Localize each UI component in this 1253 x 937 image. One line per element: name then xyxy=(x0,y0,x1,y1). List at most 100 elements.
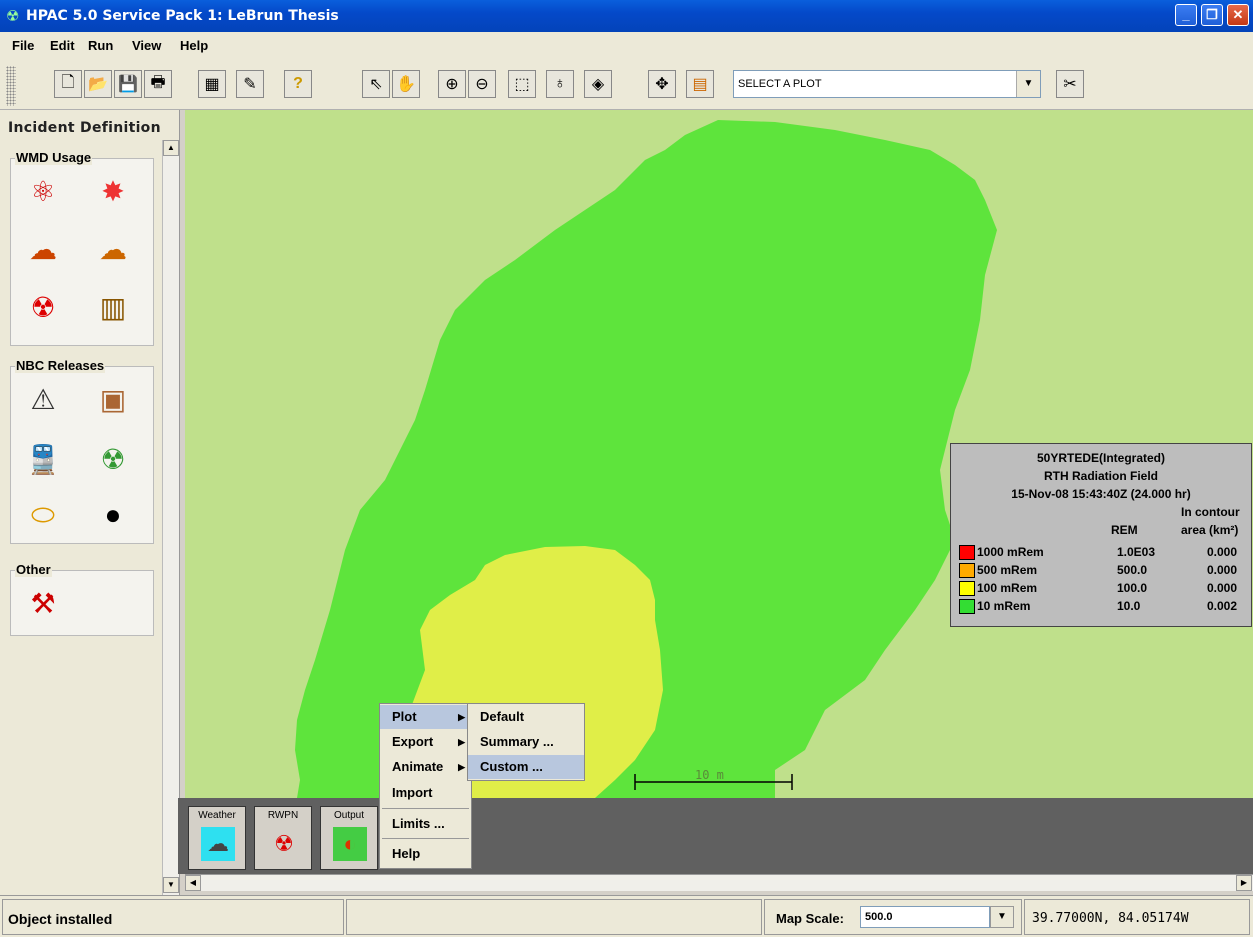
probe-icon[interactable]: ♁ xyxy=(546,70,574,98)
status-bar: Object installed Map Scale: 500.0 ▼ 39.7… xyxy=(0,895,1253,937)
legend-row-label: 100 mRem xyxy=(977,581,1038,595)
legend-swatch xyxy=(959,581,975,596)
contour-legend: 50YRTEDE(Integrated) RTH Radiation Field… xyxy=(950,443,1252,627)
pan-arrows-icon[interactable]: ✥ xyxy=(648,70,676,98)
status-text: Object installed xyxy=(8,911,113,927)
panel-scrollbar[interactable]: ▲ ▼ xyxy=(162,140,179,895)
tools-icon[interactable]: ⚒ xyxy=(25,585,61,621)
submenu-item-default[interactable]: Default xyxy=(468,705,584,729)
group-label: Other xyxy=(15,562,52,577)
plume-output-icon: ◐ xyxy=(333,827,367,861)
scale-bar-label: 10 m xyxy=(695,768,724,782)
nuclear-building-icon[interactable]: ▥ xyxy=(95,289,131,325)
menu-bar: File Edit Run View Help xyxy=(0,32,1253,58)
facility-fire-icon[interactable]: ▣ xyxy=(95,381,131,417)
save-icon[interactable]: 💾 xyxy=(114,70,142,98)
close-button[interactable]: ✕ xyxy=(1227,4,1249,26)
help-question-icon[interactable]: ? xyxy=(284,70,312,98)
weather-cloud-icon: ☁ xyxy=(201,827,235,861)
menu-edit[interactable]: Edit xyxy=(50,38,75,53)
group-nbc-releases: NBC Releases ⚠ ▣ 🚆 ☢ ⬭ ● xyxy=(10,358,154,544)
legend-row-area: 0.002 xyxy=(1207,599,1238,613)
train-release-icon[interactable]: 🚆 xyxy=(25,441,61,477)
chevron-right-icon: ▶ xyxy=(458,712,465,722)
reactor-icon[interactable]: ☢ xyxy=(95,441,131,477)
menu-item-limits[interactable]: Limits ... xyxy=(380,812,471,836)
zoom-out-icon[interactable]: ⊖ xyxy=(468,70,496,98)
scroll-left-icon[interactable]: ◀ xyxy=(185,875,201,891)
layers-icon[interactable]: ▤ xyxy=(686,70,714,98)
globe-icon[interactable]: ◈ xyxy=(584,70,612,98)
hazmat-release-icon[interactable]: ⚠ xyxy=(25,381,61,417)
menu-separator xyxy=(382,808,469,809)
toolbar-grip[interactable] xyxy=(6,66,16,106)
menu-file[interactable]: File xyxy=(12,38,34,53)
map-scale-input[interactable]: 500.0 xyxy=(860,906,990,928)
map-scale-label: Map Scale: xyxy=(776,911,844,926)
hand-pan-icon[interactable]: ✋ xyxy=(392,70,420,98)
zoom-in-icon[interactable]: ⊕ xyxy=(438,70,466,98)
explosion-icon[interactable]: ✸ xyxy=(95,173,131,209)
radiation-trefoil-icon[interactable]: ☢ xyxy=(25,289,61,325)
minimize-button[interactable]: _ xyxy=(1175,4,1197,26)
output-button[interactable]: Output ◐ xyxy=(320,806,378,870)
zoom-box-icon[interactable]: ⬚ xyxy=(508,70,536,98)
legend-swatch xyxy=(959,563,975,578)
context-menu: Plot ▶ Export ▶ Animate ▶ Import Limits … xyxy=(379,703,472,869)
legend-row: 1000 mRem 1.0E03 0.000 xyxy=(957,545,1249,561)
weather-button[interactable]: Weather ☁ xyxy=(188,806,246,870)
legend-row-rem: 1.0E03 xyxy=(1117,545,1156,559)
menu-help[interactable]: Help xyxy=(180,38,208,53)
bomb-icon[interactable]: ● xyxy=(95,497,131,533)
restore-button[interactable]: ❐ xyxy=(1201,4,1223,26)
legend-row: 500 mRem 500.0 0.000 xyxy=(957,563,1249,579)
menu-item-label: Plot xyxy=(392,709,417,724)
legend-row: 10 mRem 10.0 0.002 xyxy=(957,599,1249,615)
legend-row-label: 10 mRem xyxy=(977,599,1031,613)
new-file-icon[interactable]: 🗋 xyxy=(54,70,82,98)
plot-select-dropdown[interactable]: SELECT A PLOT ▼ xyxy=(733,70,1041,98)
legend-row-rem: 500.0 xyxy=(1117,563,1148,577)
rwpn-button[interactable]: RWPN ☢ xyxy=(254,806,312,870)
radiation-trefoil-icon: ☢ xyxy=(274,831,294,856)
menu-item-animate[interactable]: Animate ▶ xyxy=(380,755,471,779)
plot-submenu: Default Summary ... Custom ... xyxy=(467,703,585,781)
legend-row-rem: 100.0 xyxy=(1117,581,1148,595)
scissors-icon[interactable]: ✂ xyxy=(1056,70,1084,98)
nuclear-cloud-alt-icon[interactable]: ☁ xyxy=(95,231,131,267)
window-title: HPAC 5.0 Service Pack 1: LeBrun Thesis xyxy=(26,8,339,24)
plot-select-value: SELECT A PLOT xyxy=(738,78,822,90)
print-icon[interactable]: 🖶 xyxy=(144,70,172,98)
scroll-right-icon[interactable]: ▶ xyxy=(1236,875,1252,891)
scroll-up-icon[interactable]: ▲ xyxy=(163,140,179,156)
select-arrow-icon[interactable]: ⇖ xyxy=(362,70,390,98)
nuclear-cloud-icon[interactable]: ☁ xyxy=(25,231,61,267)
chevron-right-icon: ▶ xyxy=(458,737,465,747)
chevron-down-icon[interactable]: ▼ xyxy=(1016,71,1040,97)
menu-run[interactable]: Run xyxy=(88,38,113,53)
submenu-item-custom[interactable]: Custom ... xyxy=(468,755,584,779)
submenu-item-summary[interactable]: Summary ... xyxy=(468,730,584,754)
menu-view[interactable]: View xyxy=(132,38,161,53)
chemical-hazard-icon[interactable]: ⚛ xyxy=(25,173,61,209)
scroll-down-icon[interactable]: ▼ xyxy=(163,877,179,893)
calculator-icon[interactable]: ▦ xyxy=(198,70,226,98)
legend-title: 50YRTEDE(Integrated) xyxy=(1036,451,1166,465)
legend-row-label: 500 mRem xyxy=(977,563,1038,577)
menu-item-help[interactable]: Help xyxy=(380,842,471,866)
legend-col-rem: REM xyxy=(1111,523,1138,537)
menu-item-plot[interactable]: Plot ▶ xyxy=(380,705,471,729)
output-label: Output xyxy=(333,810,365,821)
open-folder-icon[interactable]: 📂 xyxy=(84,70,112,98)
legend-row: 100 mRem 100.0 0.000 xyxy=(957,581,1249,597)
pen-tool-icon[interactable]: ✎ xyxy=(236,70,264,98)
app-radiation-icon: ☢ xyxy=(6,8,20,25)
map-horizontal-scrollbar[interactable]: ◀ ▶ xyxy=(185,874,1253,891)
menu-item-import[interactable]: Import xyxy=(380,781,471,805)
menu-separator xyxy=(382,838,469,839)
tool-dock: Weather ☁ RWPN ☢ Output ◐ xyxy=(178,798,1253,874)
menu-item-export[interactable]: Export ▶ xyxy=(380,730,471,754)
pipeline-icon[interactable]: ⬭ xyxy=(25,497,61,533)
group-label: WMD Usage xyxy=(15,150,93,165)
chevron-down-icon[interactable]: ▼ xyxy=(990,906,1014,928)
